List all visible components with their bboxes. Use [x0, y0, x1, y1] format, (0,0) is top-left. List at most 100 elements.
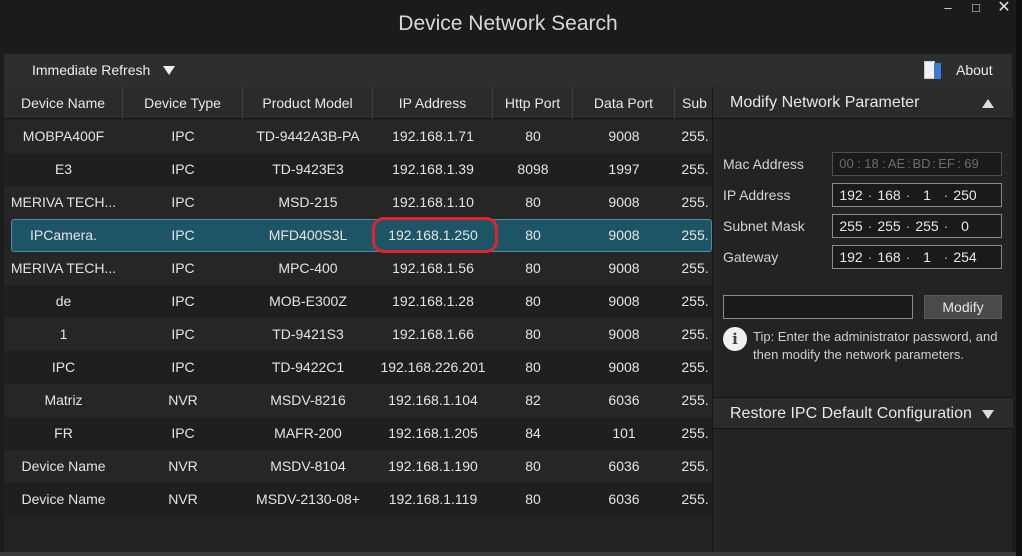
cell-product-model: TD-9421S3 [272, 326, 344, 342]
cell-ip-address: 192.168.1.205 [388, 425, 478, 441]
password-input[interactable] [723, 295, 913, 319]
table-row[interactable]: Device Name NVR MSDV-2130-08+ 192.168.1.119… [4, 483, 712, 516]
ip-segment[interactable]: 250 [949, 187, 981, 203]
table-row[interactable]: de IPC MOB-E300Z 192.168.1.28 80 9008 255. [4, 285, 712, 318]
cell-http-port: 80 [525, 227, 541, 243]
cell-http-port: 80 [525, 326, 541, 342]
cell-data-port: 1997 [608, 161, 640, 177]
table-row[interactable]: 1 IPC TD-9421S3 192.168.1.66 80 9008 255. [4, 318, 712, 351]
collapse-up-icon[interactable] [982, 99, 994, 108]
cell-device-name: MOBPA400F [22, 128, 105, 144]
cell-product-model: MSD-215 [278, 194, 338, 210]
ip-address-field[interactable]: 192 · 168 · 1 · 250 [832, 183, 1002, 207]
cell-device-name: Device Name [21, 458, 106, 474]
cell-subnet: 255. [681, 326, 709, 342]
ip-segment[interactable]: 168 [873, 187, 905, 203]
cell-device-type: IPC [171, 194, 195, 210]
device-table: Device Name Device Type Product Model IP Ad… [4, 87, 712, 552]
cell-subnet: 255. [681, 128, 709, 144]
cell-device-name: Matriz [44, 392, 83, 408]
gateway-segment[interactable]: 1 [911, 249, 943, 265]
toolbar: Immediate Refresh About [4, 54, 1012, 88]
cell-data-port: 9008 [608, 194, 640, 210]
mask-segment[interactable]: 255 [873, 218, 905, 234]
header-col-ip-address[interactable]: IP Address [373, 87, 493, 119]
cell-ip-address: 192.168.1.66 [392, 326, 474, 342]
cell-ip-address: 192.168.1.10 [392, 194, 474, 210]
cell-http-port: 80 [525, 194, 541, 210]
header-col-http-port[interactable]: Http Port [493, 87, 573, 119]
title-bar: Device Network Search – □ ✕ [0, 0, 1022, 52]
gateway-segment[interactable]: 168 [873, 249, 905, 265]
table-row[interactable]: MOBPA400F IPC TD-9442A3B-PA 192.168.1.71 80 9… [4, 120, 712, 153]
restore-default-header[interactable]: Restore IPC Default Configuration [713, 397, 1013, 429]
table-row[interactable]: Device Name NVR MSDV-8104 192.168.1.190 80 60… [4, 450, 712, 483]
cell-ip-address: 192.168.226.201 [380, 359, 486, 375]
bottom-scrollbar[interactable] [0, 552, 1016, 556]
about-button[interactable]: About [956, 62, 993, 78]
modify-network-header[interactable]: Modify Network Parameter [713, 87, 1013, 119]
header-col-device-name[interactable]: Device Name [4, 87, 123, 119]
table-row[interactable]: MERIVA TECH... IPC MSD-215 192.168.1.10 80 90… [4, 186, 712, 219]
gateway-segment[interactable]: 192 [835, 249, 867, 265]
subnet-mask-field[interactable]: 255 · 255 · 255 · 0 [832, 214, 1002, 238]
cell-device-name: MERIVA TECH... [10, 194, 117, 210]
cell-device-type: IPC [171, 161, 195, 177]
table-row[interactable]: MERIVA TECH... IPC MPC-400 192.168.1.56 80 90… [4, 252, 712, 285]
cell-data-port: 9008 [608, 260, 640, 276]
cell-product-model: MAFR-200 [274, 425, 342, 441]
about-book-icon[interactable] [924, 61, 942, 79]
minimize-icon[interactable]: – [936, 0, 960, 18]
mac-segment: 18 [864, 156, 879, 171]
cell-product-model: MSDV-8104 [270, 458, 346, 474]
table-row[interactable]: E3 IPC TD-9423E3 192.168.1.39 8098 1997 255. [4, 153, 712, 186]
modify-button[interactable]: Modify [924, 295, 1002, 319]
cell-subnet: 255. [681, 194, 709, 210]
close-icon[interactable]: ✕ [992, 0, 1016, 18]
cell-http-port: 8098 [517, 161, 549, 177]
cell-subnet: 255. [681, 491, 709, 507]
mask-segment[interactable]: 255 [835, 218, 867, 234]
table-row[interactable]: IPCamera. IPC MFD400S3L 192.168.1.250 80 9008… [11, 219, 712, 252]
header-col-device-type[interactable]: Device Type [123, 87, 243, 119]
header-col-data-port[interactable]: Data Port [573, 87, 675, 119]
cell-device-name: E3 [54, 161, 73, 177]
cell-data-port: 6036 [608, 491, 640, 507]
mask-segment[interactable]: 0 [949, 218, 981, 234]
cell-data-port: 9008 [608, 128, 640, 144]
ip-segment[interactable]: 192 [835, 187, 867, 203]
mac-segment: AE [887, 156, 906, 171]
modify-network-title: Modify Network Parameter [730, 94, 920, 111]
cell-device-type: NVR [168, 458, 198, 474]
gateway-field[interactable]: 192 · 168 · 1 · 254 [832, 245, 1002, 269]
cell-product-model: TD-9442A3B-PA [256, 128, 360, 144]
ip-segment[interactable]: 1 [911, 187, 943, 203]
immediate-refresh-button[interactable]: Immediate Refresh [32, 62, 150, 78]
cell-device-type: IPC [171, 227, 195, 243]
expand-down-icon[interactable] [982, 410, 994, 419]
cell-device-type: IPC [171, 260, 195, 276]
refresh-dropdown-icon[interactable] [163, 66, 175, 75]
cell-device-type: IPC [171, 128, 195, 144]
cell-device-type: IPC [171, 326, 195, 342]
cell-http-port: 80 [525, 458, 541, 474]
maximize-icon[interactable]: □ [964, 0, 988, 18]
mask-segment[interactable]: 255 [911, 218, 943, 234]
gateway-segment[interactable]: 254 [949, 249, 981, 265]
cell-device-type: IPC [171, 293, 195, 309]
table-row[interactable]: Matriz NVR MSDV-8216 192.168.1.104 82 6036 255… [4, 384, 712, 417]
table-header: Device Name Device Type Product Model IP Ad… [4, 87, 712, 119]
cell-data-port: 9008 [608, 293, 640, 309]
header-col-subnet[interactable]: Sub [675, 87, 712, 119]
cell-device-name: MERIVA TECH... [10, 260, 117, 276]
cell-device-name: IPC [51, 359, 76, 375]
table-row[interactable]: FR IPC MAFR-200 192.168.1.205 84 101 255. [4, 417, 712, 450]
cell-product-model: MFD400S3L [268, 227, 348, 243]
cell-http-port: 80 [525, 260, 541, 276]
cell-product-model: MSDV-2130-08+ [256, 491, 360, 507]
cell-device-type: IPC [171, 425, 195, 441]
table-row[interactable]: IPC IPC TD-9422C1 192.168.226.201 80 9008 255. [4, 351, 712, 384]
header-col-product-model[interactable]: Product Model [243, 87, 373, 119]
window-title: Device Network Search [398, 12, 618, 35]
cell-data-port: 6036 [608, 392, 640, 408]
